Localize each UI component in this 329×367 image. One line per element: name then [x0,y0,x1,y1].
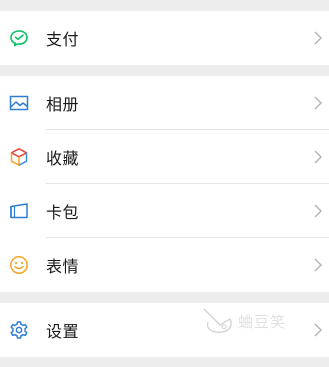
menu-item-settings[interactable]: 设置 [0,303,329,357]
menu-item-favorites[interactable]: 收藏 [0,130,329,184]
group-pay: 支付 [0,11,329,65]
menu-item-emoji-label: 表情 [46,257,80,276]
menu-item-album-label: 相册 [46,95,80,114]
group-media: 相册 收藏 卡包 表情 [0,76,329,292]
card-wallet-icon [9,201,29,221]
favorites-icon [9,147,29,167]
bottom-spacer [0,357,329,367]
chevron-right-icon [314,258,322,272]
section-spacer [0,65,329,76]
group-settings: 设置 [0,303,329,357]
top-spacer [0,0,329,11]
menu-item-emoji[interactable]: 表情 [0,238,329,292]
chevron-right-icon [314,96,322,110]
chevron-right-icon [314,204,322,218]
pay-icon [9,28,29,48]
menu-item-pay[interactable]: 支付 [0,11,329,65]
emoji-icon [9,255,29,275]
menu-item-album[interactable]: 相册 [0,76,329,130]
album-icon [9,93,29,113]
settings-gear-icon [9,320,29,340]
section-spacer [0,292,329,303]
menu-item-pay-label: 支付 [46,30,80,49]
menu-item-cards-label: 卡包 [46,203,80,222]
menu-item-settings-label: 设置 [46,322,80,341]
menu-item-favorites-label: 收藏 [46,149,80,168]
menu-item-cards[interactable]: 卡包 [0,184,329,238]
chevron-right-icon [314,150,322,164]
chevron-right-icon [314,31,322,45]
chevron-right-icon [314,323,322,337]
